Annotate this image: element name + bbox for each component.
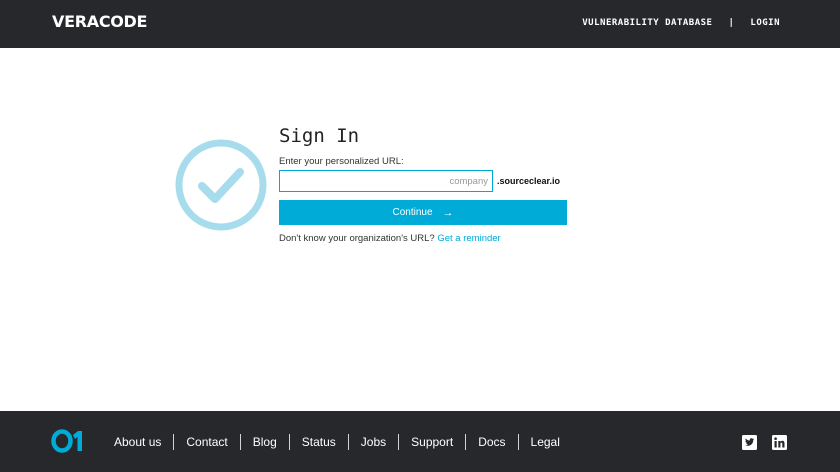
linkedin-icon[interactable] xyxy=(772,435,787,450)
footer-link-legal[interactable]: Legal xyxy=(531,435,560,449)
vulnerability-database-link[interactable]: VULNERABILITY DATABASE xyxy=(582,18,712,28)
nav-separator: | xyxy=(728,18,735,28)
footer-divider xyxy=(347,434,349,450)
domain-suffix: .sourceclear.io xyxy=(497,176,561,186)
get-reminder-link[interactable]: Get a reminder xyxy=(437,233,500,244)
reminder-line: Don't know your organization's URL? Get … xyxy=(279,233,501,244)
o1-logo-icon[interactable] xyxy=(51,429,85,453)
footer-link-about-us[interactable]: About us xyxy=(114,435,161,449)
footer-divider xyxy=(465,434,467,450)
login-link[interactable]: LOGIN xyxy=(750,18,780,28)
footer-links: About us Contact Blog Status Jobs Suppor… xyxy=(114,434,560,450)
footer: About us Contact Blog Status Jobs Suppor… xyxy=(0,411,840,472)
footer-divider xyxy=(288,434,290,450)
reminder-prefix: Don't know your organization's URL? xyxy=(279,233,435,244)
continue-label: Continue xyxy=(392,207,433,218)
twitter-icon[interactable] xyxy=(742,435,757,450)
top-bar: VERACODE VULNERABILITY DATABASE | LOGIN xyxy=(0,0,840,48)
check-circle-icon xyxy=(175,139,267,231)
footer-link-docs[interactable]: Docs xyxy=(478,435,505,449)
footer-link-support[interactable]: Support xyxy=(411,435,453,449)
footer-link-jobs[interactable]: Jobs xyxy=(361,435,386,449)
page-title: Sign In xyxy=(279,125,360,147)
footer-link-blog[interactable]: Blog xyxy=(253,435,277,449)
footer-divider xyxy=(517,434,519,450)
footer-link-status[interactable]: Status xyxy=(302,435,336,449)
veracode-logo[interactable]: VERACODE xyxy=(52,12,147,31)
organization-url-input[interactable] xyxy=(279,170,493,192)
arrow-right-icon: → xyxy=(442,206,454,219)
footer-divider xyxy=(239,434,241,450)
url-field-label: Enter your personalized URL: xyxy=(279,156,404,167)
footer-divider xyxy=(173,434,175,450)
footer-link-contact[interactable]: Contact xyxy=(186,435,227,449)
continue-button[interactable]: Continue → xyxy=(279,200,567,225)
top-nav: VULNERABILITY DATABASE | LOGIN xyxy=(582,18,780,28)
footer-divider xyxy=(398,434,400,450)
